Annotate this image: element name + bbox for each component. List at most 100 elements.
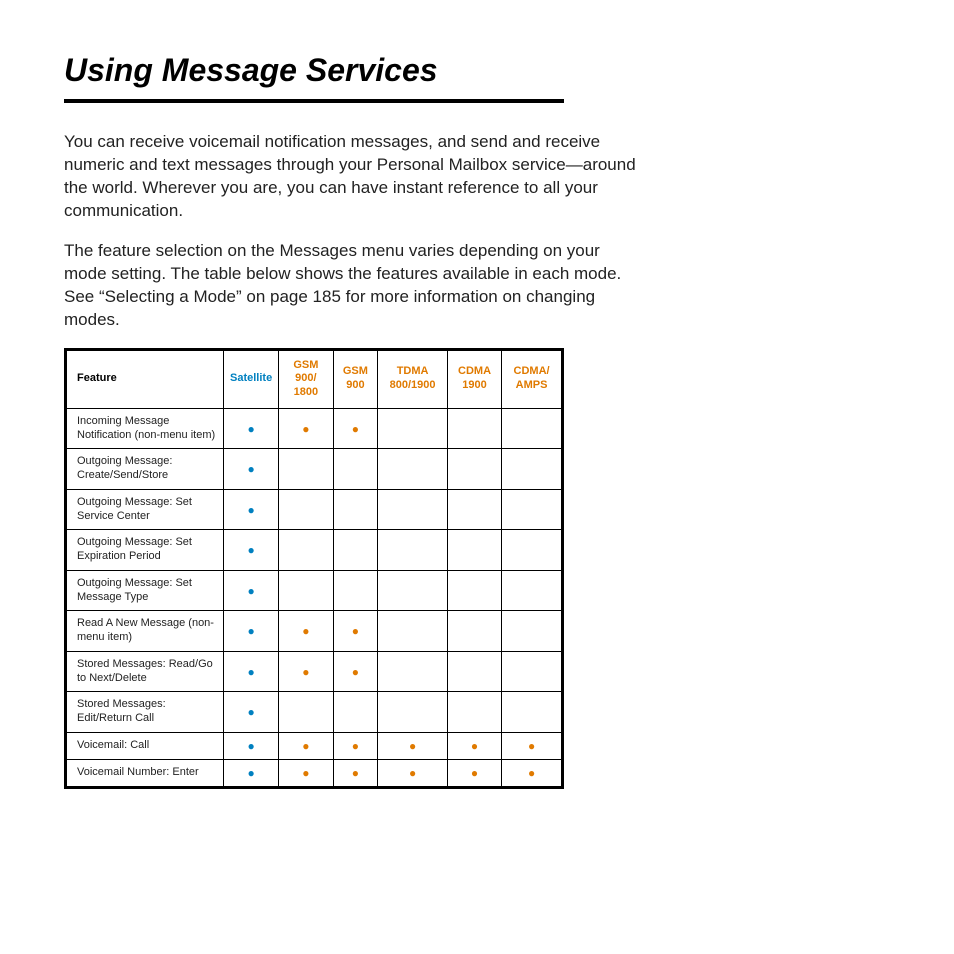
feature-dot-cell: ●	[224, 759, 279, 787]
feature-dot-cell: ●	[224, 611, 279, 652]
feature-dot-cell	[279, 570, 333, 611]
header-tdma: TDMA 800/1900	[378, 349, 448, 408]
feature-dot-cell: ●	[279, 408, 333, 449]
feature-dot-cell: ●	[502, 732, 563, 759]
feature-dot-cell	[378, 449, 448, 490]
feature-dot-cell: ●	[279, 651, 333, 692]
feature-dot-cell	[502, 408, 563, 449]
dot-blue-icon: ●	[247, 766, 254, 780]
feature-table: Feature Satellite GSM 900/ 1800 GSM 900 …	[64, 348, 564, 789]
dot-orange-icon: ●	[352, 624, 359, 638]
feature-dot-cell: ●	[502, 759, 563, 787]
feature-dot-cell	[447, 651, 501, 692]
feature-dot-cell	[447, 408, 501, 449]
feature-dot-cell: ●	[333, 759, 378, 787]
feature-dot-cell: ●	[224, 408, 279, 449]
table-row: Outgoing Message: Create/Send/Store●	[66, 449, 563, 490]
feature-name-cell: Outgoing Message: Set Expiration Period	[66, 530, 224, 571]
feature-dot-cell	[378, 611, 448, 652]
feature-dot-cell	[333, 449, 378, 490]
feature-dot-cell: ●	[378, 759, 448, 787]
feature-dot-cell	[447, 692, 501, 733]
dot-blue-icon: ●	[247, 503, 254, 517]
dot-blue-icon: ●	[247, 584, 254, 598]
feature-dot-cell	[447, 489, 501, 530]
feature-dot-cell	[502, 449, 563, 490]
table-header-row: Feature Satellite GSM 900/ 1800 GSM 900 …	[66, 349, 563, 408]
feature-name-cell: Outgoing Message: Set Message Type	[66, 570, 224, 611]
feature-name-cell: Stored Messages: Read/Go to Next/Delete	[66, 651, 224, 692]
document-page: Using Message Services You can receive v…	[0, 0, 954, 789]
feature-dot-cell	[333, 570, 378, 611]
feature-dot-cell: ●	[279, 611, 333, 652]
feature-dot-cell: ●	[333, 651, 378, 692]
feature-name-cell: Voicemail: Call	[66, 732, 224, 759]
feature-dot-cell	[333, 692, 378, 733]
intro-paragraph-1: You can receive voicemail notification m…	[64, 131, 644, 223]
feature-dot-cell	[378, 408, 448, 449]
dot-orange-icon: ●	[352, 766, 359, 780]
feature-dot-cell: ●	[224, 651, 279, 692]
feature-dot-cell: ●	[333, 611, 378, 652]
feature-dot-cell	[447, 449, 501, 490]
feature-dot-cell	[378, 530, 448, 571]
dot-blue-icon: ●	[247, 624, 254, 638]
table-row: Incoming Message Notification (non-menu …	[66, 408, 563, 449]
dot-blue-icon: ●	[247, 739, 254, 753]
table-row: Stored Messages: Edit/Return Call●	[66, 692, 563, 733]
table-row: Outgoing Message: Set Expiration Period●	[66, 530, 563, 571]
feature-dot-cell: ●	[224, 449, 279, 490]
header-gsm-900-1800: GSM 900/ 1800	[279, 349, 333, 408]
feature-dot-cell: ●	[224, 732, 279, 759]
feature-dot-cell	[502, 530, 563, 571]
feature-dot-cell	[279, 449, 333, 490]
feature-dot-cell	[502, 651, 563, 692]
feature-dot-cell: ●	[279, 732, 333, 759]
dot-orange-icon: ●	[409, 766, 416, 780]
feature-name-cell: Voicemail Number: Enter	[66, 759, 224, 787]
feature-dot-cell: ●	[224, 489, 279, 530]
title-rule	[64, 99, 564, 103]
table-row: Outgoing Message: Set Message Type ●	[66, 570, 563, 611]
dot-orange-icon: ●	[528, 766, 535, 780]
feature-dot-cell	[279, 489, 333, 530]
dot-orange-icon: ●	[409, 739, 416, 753]
feature-dot-cell: ●	[224, 530, 279, 571]
table-row: Outgoing Message: Set Service Center●	[66, 489, 563, 530]
table-row: Voicemail Number: Enter ● ● ● ● ● ●	[66, 759, 563, 787]
feature-dot-cell	[502, 692, 563, 733]
feature-dot-cell	[447, 530, 501, 571]
feature-dot-cell	[502, 489, 563, 530]
page-title: Using Message Services	[64, 52, 890, 89]
dot-orange-icon: ●	[302, 739, 309, 753]
header-feature: Feature	[66, 349, 224, 408]
dot-blue-icon: ●	[247, 422, 254, 436]
feature-dot-cell	[447, 570, 501, 611]
intro-paragraph-2: The feature selection on the Messages me…	[64, 240, 644, 332]
feature-dot-cell: ●	[378, 732, 448, 759]
feature-dot-cell	[279, 692, 333, 733]
table-row: Read A New Message (non-menu item) ● ● ●	[66, 611, 563, 652]
feature-name-cell: Incoming Message Notification (non-menu …	[66, 408, 224, 449]
table-row: Voicemail: Call●●●●●●	[66, 732, 563, 759]
dot-blue-icon: ●	[247, 462, 254, 476]
feature-dot-cell	[333, 530, 378, 571]
dot-orange-icon: ●	[528, 739, 535, 753]
feature-dot-cell	[502, 611, 563, 652]
feature-dot-cell: ●	[447, 759, 501, 787]
dot-blue-icon: ●	[247, 665, 254, 679]
feature-dot-cell	[378, 489, 448, 530]
table-row: Stored Messages: Read/Go to Next/Delete ●…	[66, 651, 563, 692]
feature-dot-cell	[447, 611, 501, 652]
dot-orange-icon: ●	[471, 766, 478, 780]
feature-name-cell: Stored Messages: Edit/Return Call	[66, 692, 224, 733]
dot-orange-icon: ●	[302, 766, 309, 780]
dot-orange-icon: ●	[302, 624, 309, 638]
dot-orange-icon: ●	[352, 422, 359, 436]
header-satellite: Satellite	[224, 349, 279, 408]
feature-dot-cell	[333, 489, 378, 530]
feature-name-cell: Read A New Message (non-menu item)	[66, 611, 224, 652]
feature-dot-cell: ●	[333, 408, 378, 449]
feature-dot-cell: ●	[224, 692, 279, 733]
feature-dot-cell: ●	[333, 732, 378, 759]
